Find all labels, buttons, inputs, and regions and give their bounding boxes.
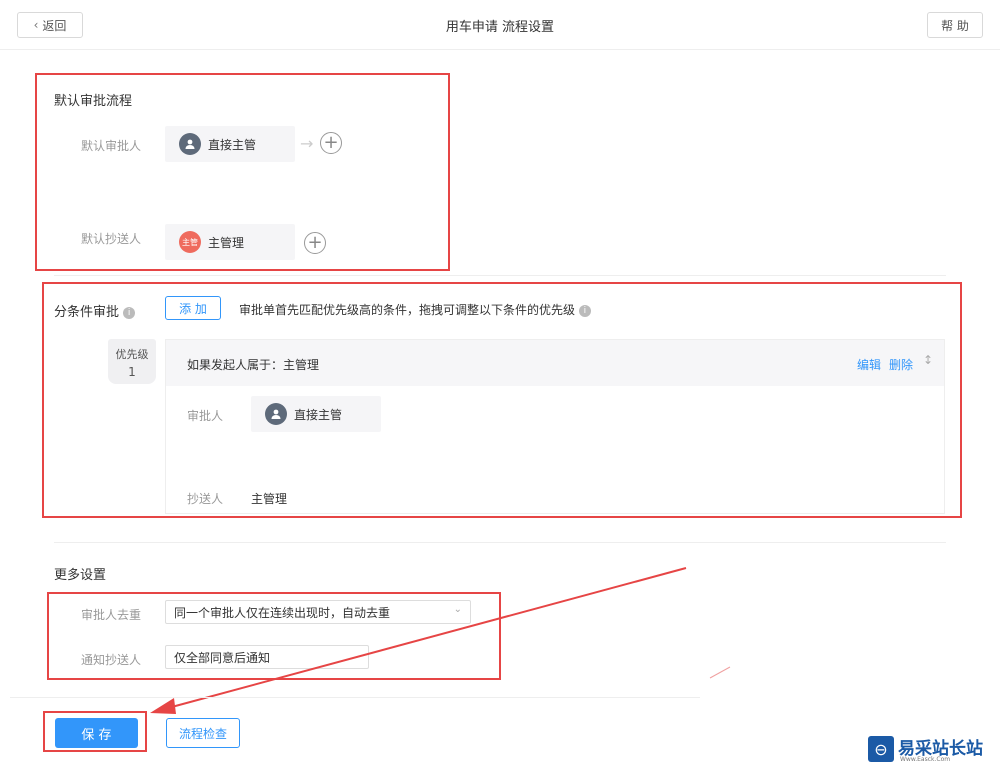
footer-divider <box>10 697 700 698</box>
annotation-arrow <box>150 567 731 714</box>
watermark: ⊖ 易采站长站 Www.Easck.Com <box>866 733 1000 765</box>
annotation-box-save <box>43 711 147 752</box>
watermark-url: Www.Easck.Com <box>900 756 951 763</box>
flow-check-button[interactable]: 流程检查 <box>166 718 240 748</box>
brand-logo-icon: ⊖ <box>868 736 894 762</box>
